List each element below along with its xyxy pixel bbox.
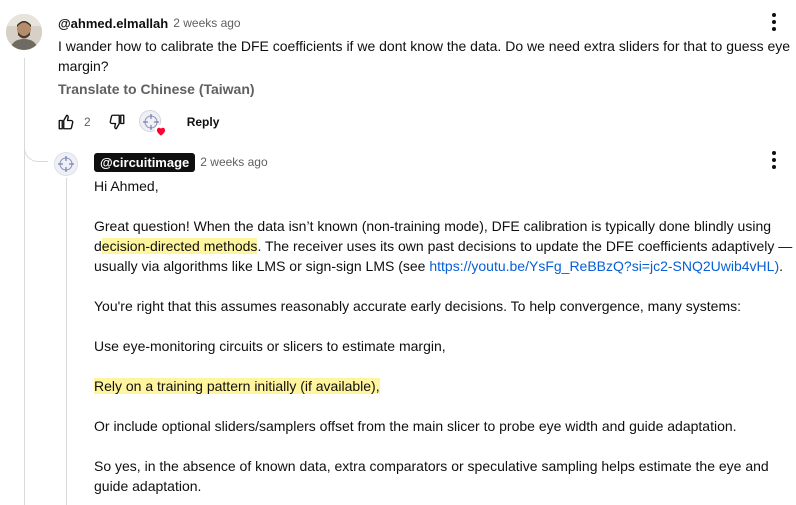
reply-timestamp[interactable]: 2 weeks ago	[200, 155, 267, 169]
reply-paragraph: So yes, in the absence of known data, ex…	[94, 458, 769, 494]
reply-paragraph: Great question! When the data isn’t know…	[94, 216, 794, 276]
reply-paragraph: You're right that this assumes reasonabl…	[94, 298, 742, 314]
reply-text: Hi Ahmed, Great question! When the data …	[94, 176, 794, 505]
reply-connector	[24, 138, 48, 162]
reply-text-segment: .	[779, 258, 784, 274]
creator-heart	[138, 110, 168, 138]
like-count: 2	[84, 115, 91, 129]
avatar[interactable]	[6, 14, 42, 50]
reply-avatar[interactable]	[54, 152, 78, 176]
translate-button[interactable]: Translate to Chinese (Taiwan)	[58, 81, 255, 97]
comment-actions: 2 Reply	[56, 110, 220, 138]
reply-paragraph: Use eye-monitoring circuits or slicers t…	[94, 338, 446, 354]
reply-header: @circuitimage 2 weeks ago	[94, 152, 268, 172]
more-vert-icon	[772, 13, 776, 17]
reply-menu-button[interactable]	[762, 148, 786, 172]
reply-greeting: Hi Ahmed,	[94, 178, 159, 194]
reply-paragraph: Rely on a training pattern initially (if…	[94, 376, 794, 396]
reply-button[interactable]: Reply	[187, 115, 220, 129]
reply-paragraph: Or include optional sliders/samplers off…	[94, 418, 737, 434]
youtube-link[interactable]: https://youtu.be/YsFg_ReBBzQ?si=jc2-SNQ2…	[429, 258, 779, 274]
reply-author-badge[interactable]: @circuitimage	[94, 152, 196, 172]
reply-thread-line	[66, 178, 67, 505]
highlighted-text: ecision-directed methods	[101, 238, 258, 254]
dislike-button[interactable]	[107, 112, 127, 132]
thumbs-down-icon	[109, 114, 125, 130]
comment-text: I wander how to calibrate the DFE coeffi…	[58, 38, 791, 74]
thread-line	[24, 58, 25, 505]
comment-header: @ahmed.elmallah 2 weeks ago	[58, 14, 241, 32]
circuit-avatar-icon	[55, 153, 77, 175]
like-button[interactable]	[56, 112, 76, 132]
heart-icon	[154, 124, 168, 138]
highlighted-text: Rely on a training pattern initially (if…	[94, 378, 380, 394]
avatar-photo-icon	[6, 14, 42, 50]
comment-timestamp[interactable]: 2 weeks ago	[173, 16, 240, 30]
more-vert-icon	[772, 151, 776, 155]
comment-menu-button[interactable]	[762, 10, 786, 34]
comment-author[interactable]: @ahmed.elmallah	[58, 16, 168, 31]
thumbs-up-icon	[58, 114, 74, 130]
